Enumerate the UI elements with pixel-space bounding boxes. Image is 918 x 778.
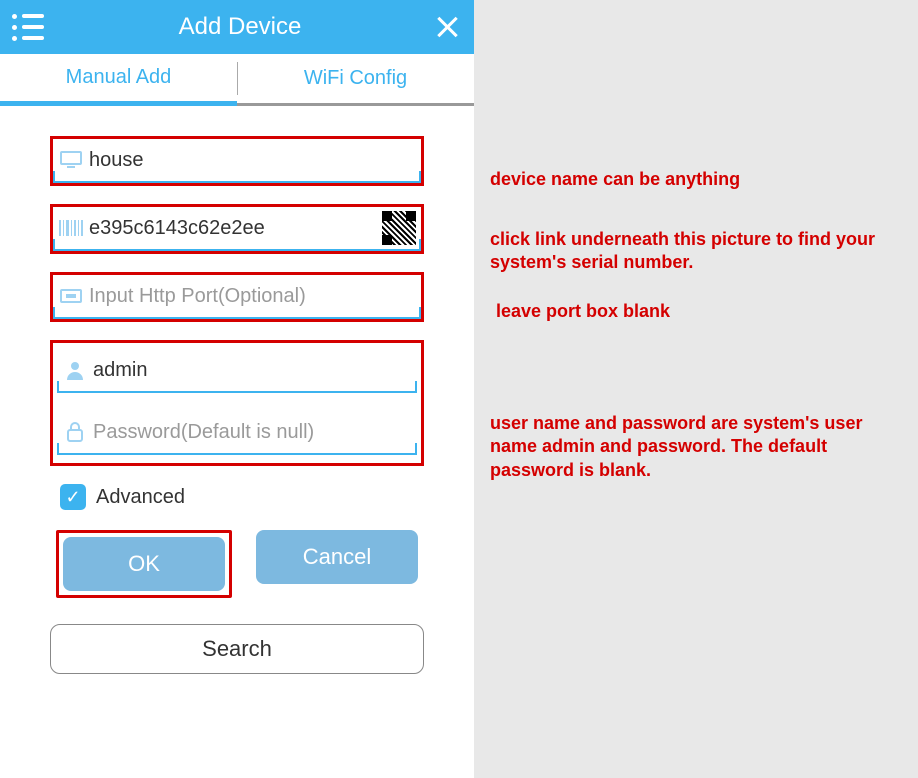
lock-icon	[61, 422, 89, 442]
app-panel: Add Device Manual Add WiFi Config	[0, 0, 474, 778]
annotation-credentials: user name and password are system's user…	[490, 412, 910, 482]
qr-scan-button[interactable]	[381, 210, 417, 246]
advanced-label: Advanced	[96, 486, 185, 509]
header-bar: Add Device	[0, 0, 474, 54]
action-buttons: OK Cancel	[50, 530, 424, 598]
serial-input[interactable]	[85, 217, 381, 240]
user-icon	[61, 360, 89, 380]
search-label: Search	[202, 636, 272, 662]
serial-group	[50, 204, 424, 254]
port-group	[50, 272, 424, 322]
ok-highlight: OK	[56, 530, 232, 598]
cancel-label: Cancel	[303, 544, 371, 570]
device-name-group	[50, 136, 424, 186]
port-icon	[57, 287, 85, 305]
tab-wifi-config[interactable]: WiFi Config	[237, 54, 474, 103]
advanced-toggle[interactable]: ✓ Advanced	[60, 484, 424, 510]
page-title: Add Device	[179, 13, 302, 41]
password-input[interactable]	[89, 421, 413, 444]
monitor-icon	[57, 151, 85, 169]
tab-manual-add[interactable]: Manual Add	[0, 54, 237, 106]
menu-icon[interactable]	[12, 9, 48, 45]
annotation-device-name: device name can be anything	[490, 168, 740, 191]
credentials-group	[50, 340, 424, 466]
device-name-input[interactable]	[85, 149, 417, 172]
tab-label: WiFi Config	[304, 67, 407, 90]
ok-label: OK	[128, 551, 160, 577]
qr-icon	[382, 211, 416, 245]
port-input[interactable]	[85, 285, 417, 308]
tab-bar: Manual Add WiFi Config	[0, 54, 474, 106]
search-button[interactable]: Search	[50, 624, 424, 674]
form-area: ✓ Advanced OK Cancel	[0, 106, 474, 624]
checkbox-checked-icon: ✓	[60, 484, 86, 510]
close-icon[interactable]	[432, 12, 462, 42]
annotation-serial: click link underneath this picture to fi…	[490, 228, 910, 275]
username-input[interactable]	[89, 359, 413, 382]
cancel-button[interactable]: Cancel	[256, 530, 418, 584]
tab-label: Manual Add	[66, 66, 172, 89]
ok-button[interactable]: OK	[63, 537, 225, 591]
annotation-port: leave port box blank	[496, 300, 670, 323]
barcode-icon	[57, 220, 85, 236]
